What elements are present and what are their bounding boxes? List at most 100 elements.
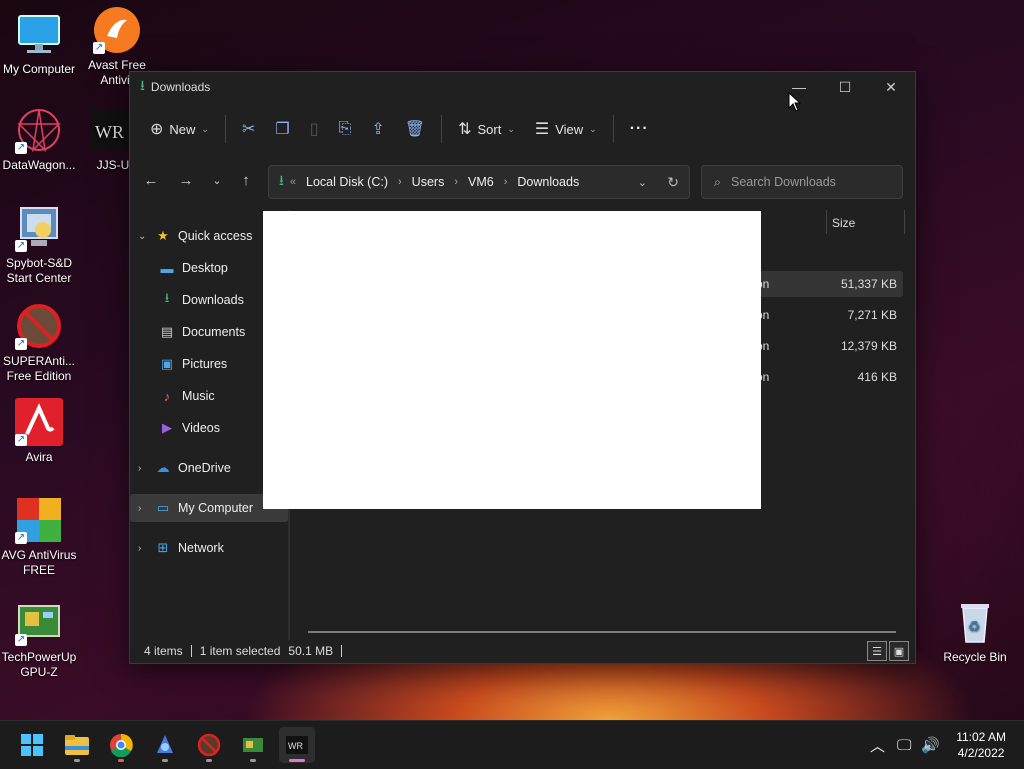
music-icon: ♪ (163, 388, 171, 404)
horizontal-scrollbar[interactable] (308, 631, 896, 633)
maximize-button[interactable]: ☐ (822, 72, 868, 102)
volume-button[interactable]: 🔊 (921, 721, 940, 769)
desktop-icon-spybot[interactable]: ↗ Spybot-S&D Start Center (0, 204, 81, 286)
shortcut-arrow-icon: ↗ (15, 240, 27, 252)
blank-overlay-panel (263, 211, 761, 509)
start-button[interactable] (14, 727, 50, 763)
toolbar-separator (441, 115, 443, 143)
nav-label: My Computer (178, 501, 254, 515)
breadcrumb-vm6[interactable]: VM6 (468, 175, 494, 189)
tiles-view-button[interactable]: ▣ (889, 641, 909, 661)
more-options-button[interactable]: ··· (620, 112, 659, 146)
view-toggle: ☰ ▣ (867, 641, 909, 661)
chevron-down-icon: ⌄ (507, 123, 515, 134)
desktop-icon-label: DataWagon... (2, 158, 76, 172)
svg-text:♻: ♻ (968, 618, 981, 634)
datawagon-icon: ↗ (15, 106, 63, 154)
nav-label: Videos (182, 421, 220, 435)
speaker-icon: 🔊 (921, 737, 940, 754)
desktop-icon-avg[interactable]: ↗ AVG AntiVirus FREE (0, 496, 81, 578)
expand-chevron-icon[interactable]: › (138, 543, 154, 554)
scissors-icon: ✂ (241, 121, 256, 138)
show-hidden-icons-button[interactable]: ︿ (870, 721, 885, 769)
rename-button[interactable]: ⎘ (329, 112, 362, 146)
nav-network[interactable]: › ⊞ Network (130, 534, 288, 562)
address-bar[interactable]: ⭳ « Local Disk (C:) › Users › VM6 › Down… (268, 165, 690, 199)
back-button[interactable]: ← (137, 166, 165, 194)
desktop-icon-superantispyware[interactable]: ↗ SUPERAnti... Free Edition (0, 302, 81, 384)
file-size: 7,271 KB (847, 308, 897, 322)
desktop-icon-label: SUPERAnti... Free Edition (2, 354, 76, 383)
running-indicator (74, 759, 80, 762)
forward-button[interactable]: → (172, 166, 200, 194)
share-button[interactable]: ⇪ (361, 112, 394, 146)
nav-label: Documents (182, 325, 246, 339)
copy-icon: ❐ (275, 121, 290, 138)
taskbar-gpuz[interactable] (235, 727, 271, 763)
delete-button[interactable]: 🗑 (395, 112, 435, 146)
window-title: Downloads (150, 80, 211, 94)
recycle-bin-icon: ♻ (951, 598, 999, 646)
sort-button[interactable]: ⇅ Sort ⌄ (448, 112, 525, 146)
paste-icon: ▯ (309, 121, 319, 138)
desktop-icon-label: Spybot-S&D Start Center (5, 256, 73, 285)
column-divider[interactable] (904, 210, 905, 234)
share-icon: ⇪ (371, 121, 385, 138)
desktop-icon-my-computer[interactable]: My Computer (0, 10, 81, 77)
avast-icon: ↗ (93, 6, 141, 54)
desktop-icon-label: JJS-U (96, 158, 130, 172)
desktop-icon-recycle-bin[interactable]: ♻ Recycle Bin (933, 598, 1017, 665)
recent-locations-button[interactable]: ⌄ (203, 166, 231, 194)
taskbar: WR ︿ 🖵 🔊 11:02 AM 4/2/2022 (0, 720, 1024, 769)
cut-button[interactable]: ✂ (232, 112, 265, 146)
clock[interactable]: 11:02 AM 4/2/2022 (956, 729, 1006, 761)
refresh-icon[interactable]: ↻ (667, 174, 679, 191)
column-header-size[interactable]: Size (832, 216, 855, 230)
expand-chevron-icon[interactable]: › (138, 503, 154, 514)
nav-label: Desktop (182, 261, 228, 275)
details-view-button[interactable]: ☰ (867, 641, 887, 661)
chevron-right-icon: › (398, 176, 402, 188)
avira-icon: ↗ (15, 398, 63, 446)
column-divider[interactable] (826, 210, 827, 234)
view-button[interactable]: ☰ View ⌄ (525, 112, 607, 146)
taskbar-chrome[interactable] (103, 727, 139, 763)
shortcut-arrow-icon: ↗ (15, 634, 27, 646)
up-button[interactable]: ↑ (232, 166, 260, 194)
paste-button[interactable]: ▯ (300, 112, 329, 146)
copy-button[interactable]: ❐ (265, 112, 299, 146)
address-dropdown-icon[interactable]: ⌄ (638, 176, 647, 189)
breadcrumb-users[interactable]: Users (412, 175, 445, 189)
desktop-icon-gpuz[interactable]: ↗ TechPowerUp GPU-Z (0, 598, 81, 680)
expand-chevron-icon[interactable]: ⌄ (138, 231, 154, 242)
search-box[interactable]: ⌕ Search Downloads (701, 165, 903, 199)
taskbar-jjs[interactable]: WR (279, 727, 315, 763)
monitor-icon: ▭ (156, 500, 170, 515)
new-button[interactable]: ⊕ New ⌄ (140, 112, 219, 146)
taskbar-file-explorer[interactable] (59, 727, 95, 763)
status-selected-size: 50.1 MB (288, 645, 343, 657)
desktop-icon-avira[interactable]: ↗ Avira (0, 398, 81, 465)
close-button[interactable]: ✕ (868, 72, 914, 102)
desktop-icon-datawagon[interactable]: ↗ DataWagon... (0, 106, 81, 173)
network-status-button[interactable]: 🖵 (897, 721, 911, 769)
new-label: New (169, 121, 196, 137)
shortcut-arrow-icon: ↗ (93, 42, 105, 54)
downloads-icon: ⭳ (140, 77, 145, 93)
chevron-right-icon: › (454, 176, 458, 188)
clock-time: 11:02 AM (956, 730, 1006, 744)
expand-chevron-icon[interactable]: › (138, 463, 154, 474)
search-placeholder: Search Downloads (731, 175, 836, 189)
windows-logo-icon (21, 734, 43, 756)
breadcrumb-downloads[interactable]: Downloads (517, 175, 579, 189)
taskbar-app-blue[interactable] (147, 727, 183, 763)
desktop-icon-label: TechPowerUp GPU-Z (1, 650, 77, 679)
taskbar-superantispyware[interactable] (191, 727, 227, 763)
chevron-down-icon: ⌄ (589, 123, 597, 134)
breadcrumb-local-disk[interactable]: Local Disk (C:) (306, 175, 388, 189)
spybot-icon: ↗ (15, 204, 63, 252)
spybot-taskbar-icon (157, 735, 173, 753)
folder-icon (65, 735, 89, 755)
nav-label: Quick access (178, 229, 253, 243)
running-indicator (162, 759, 168, 762)
